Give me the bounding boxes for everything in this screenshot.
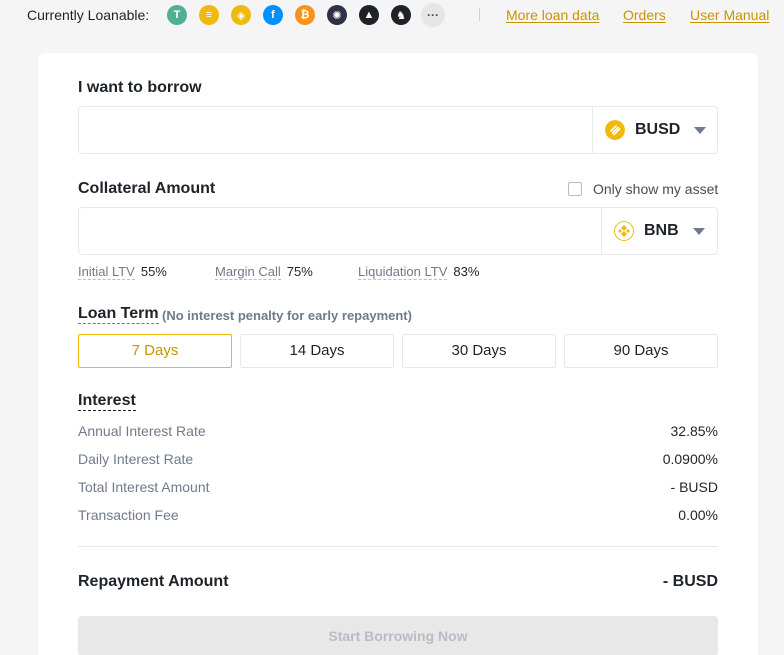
repayment-amount-label: Repayment Amount xyxy=(78,573,229,590)
loanable-coin-list: T ≡ ◈ f ₿ ✺ ▲ ♞ ··· xyxy=(167,3,457,27)
annual-interest-value: 32.85% xyxy=(670,423,718,439)
filecoin-icon[interactable]: f xyxy=(263,5,283,25)
total-interest-label: Total Interest Amount xyxy=(78,479,210,495)
start-borrowing-button[interactable]: Start Borrowing Now xyxy=(78,616,718,655)
only-show-my-asset[interactable]: Only show my asset xyxy=(568,181,718,197)
initial-ltv: Initial LTV 55% xyxy=(78,264,167,280)
initial-ltv-label[interactable]: Initial LTV xyxy=(78,264,135,280)
margin-call-label[interactable]: Margin Call xyxy=(215,264,281,280)
orders-link[interactable]: Orders xyxy=(623,7,666,23)
transaction-fee-label: Transaction Fee xyxy=(78,507,179,523)
more-coins-button[interactable]: ··· xyxy=(421,3,445,27)
section-divider xyxy=(78,546,718,547)
collateral-input-box: BNB xyxy=(78,207,718,255)
mountain-icon[interactable]: ▲ xyxy=(359,5,379,25)
user-manual-link[interactable]: User Manual xyxy=(690,7,769,23)
interest-title[interactable]: Interest xyxy=(78,392,136,411)
daily-interest-value: 0.0900% xyxy=(662,451,718,467)
cosmos-icon[interactable]: ✺ xyxy=(327,5,347,25)
loanable-label: Currently Loanable: xyxy=(27,7,150,23)
margin-call: Margin Call 75% xyxy=(215,264,313,280)
borrow-asset-name: BUSD xyxy=(635,121,681,138)
busd-icon xyxy=(605,120,625,140)
transaction-fee-value: 0.00% xyxy=(678,507,718,523)
annual-interest-label: Annual Interest Rate xyxy=(78,423,206,439)
collateral-asset-name: BNB xyxy=(644,222,679,239)
chevron-down-icon xyxy=(692,227,705,235)
borrow-label: I want to borrow xyxy=(78,79,202,96)
only-show-my-asset-checkbox[interactable] xyxy=(568,182,582,196)
liquidation-ltv-value: 83% xyxy=(453,264,480,279)
total-interest-value: - BUSD xyxy=(670,479,718,495)
initial-ltv-value: 55% xyxy=(140,264,167,279)
chevron-down-icon xyxy=(694,126,707,134)
liquidation-ltv: Liquidation LTV 83% xyxy=(358,264,480,280)
liquidation-ltv-label[interactable]: Liquidation LTV xyxy=(358,264,448,280)
loanable-bar: Currently Loanable: T ≡ ◈ f ₿ ✺ ▲ ♞ ··· … xyxy=(0,0,784,30)
borrow-input-box: BUSD xyxy=(78,106,718,154)
collateral-label: Collateral Amount xyxy=(78,180,216,197)
usdt-icon[interactable]: T xyxy=(167,5,187,25)
busd-icon[interactable]: ≡ xyxy=(199,5,219,25)
more-loan-data-link[interactable]: More loan data xyxy=(506,7,599,23)
term-7-days-button[interactable]: 7 Days xyxy=(78,334,232,368)
daily-interest-label: Daily Interest Rate xyxy=(78,451,194,467)
bitcoin-icon[interactable]: ₿ xyxy=(295,5,315,25)
term-14-days-button[interactable]: 14 Days xyxy=(240,334,394,368)
loan-term-note: (No interest penalty for early repayment… xyxy=(162,308,412,323)
horse-icon[interactable]: ♞ xyxy=(391,5,411,25)
borrow-card: I want to borrow BUSD Collateral Amount … xyxy=(38,53,758,655)
loan-term-title[interactable]: Loan Term xyxy=(78,305,159,324)
collateral-asset-select[interactable]: BNB xyxy=(601,208,705,254)
term-90-days-button[interactable]: 90 Days xyxy=(564,334,718,368)
only-show-my-asset-label: Only show my asset xyxy=(593,181,719,197)
bnb-icon xyxy=(614,221,634,241)
collateral-amount-input[interactable] xyxy=(89,218,579,244)
borrow-amount-input[interactable] xyxy=(89,117,579,143)
term-30-days-button[interactable]: 30 Days xyxy=(402,334,556,368)
borrow-asset-select[interactable]: BUSD xyxy=(592,107,707,153)
repayment-amount-value: - BUSD xyxy=(662,573,718,590)
topbar-divider xyxy=(479,8,480,21)
bnb-icon[interactable]: ◈ xyxy=(231,5,251,25)
margin-call-value: 75% xyxy=(286,264,313,279)
